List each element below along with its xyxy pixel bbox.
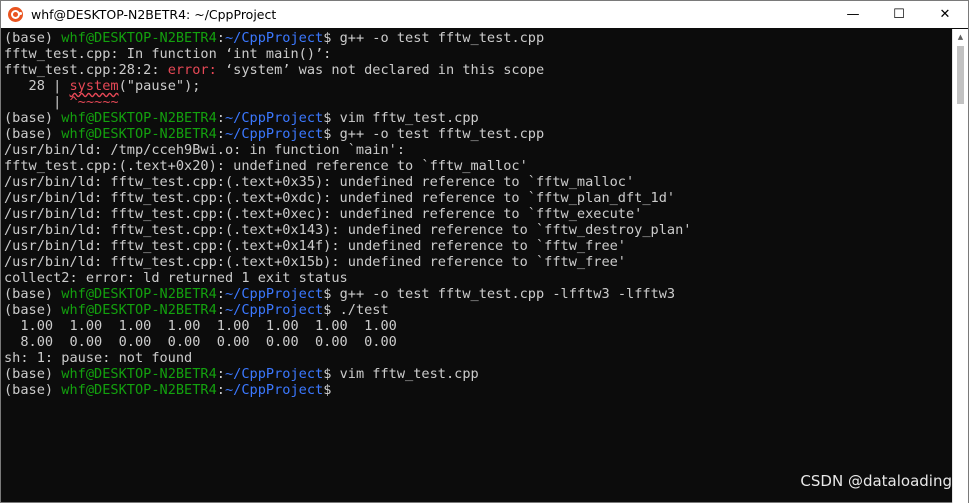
prompt-user-host: whf@DESKTOP-N2BETR4 [61, 126, 217, 142]
scrollbar-thumb[interactable] [957, 46, 964, 104]
prompt-path: ~/CppProject [224, 110, 324, 126]
terminal-text: fftw_test.cpp:(.text+0x20): undefined re… [4, 158, 528, 174]
terminal-line: (base) whf@DESKTOP-N2BETR4:~/CppProject$… [4, 110, 952, 126]
terminal-text: 28 | [4, 78, 70, 94]
terminal-text: : [216, 366, 225, 382]
terminal-text: 1.00 1.00 1.00 1.00 1.00 1.00 1.00 1.00 [4, 318, 397, 334]
prompt-user-host: whf@DESKTOP-N2BETR4 [61, 30, 217, 46]
terminal-text: /usr/bin/ld: fftw_test.cpp:(.text+0x35):… [4, 174, 635, 190]
terminal-text: (base) [4, 382, 62, 398]
terminal-text: sh: 1: pause: not found [4, 350, 193, 366]
terminal-text: /usr/bin/ld: /tmp/cceh9Bwi.o: in functio… [4, 142, 406, 158]
watermark: CSDN @dataloading [800, 472, 952, 490]
prompt-user-host: whf@DESKTOP-N2BETR4 [61, 110, 217, 126]
terminal-text: $ ./test [323, 302, 389, 318]
terminal-text: $ vim fftw_test.cpp [323, 366, 479, 382]
prompt-path: ~/CppProject [224, 302, 324, 318]
terminal-line: /usr/bin/ld: /tmp/cceh9Bwi.o: in functio… [4, 142, 952, 158]
error-text: error: [167, 62, 225, 78]
terminal-line: | ^~~~~~ [4, 94, 952, 110]
maximize-button[interactable]: ☐ [876, 1, 922, 28]
prompt-path: ~/CppProject [224, 286, 324, 302]
terminal-line: (base) whf@DESKTOP-N2BETR4:~/CppProject$… [4, 366, 952, 382]
prompt-user-host: whf@DESKTOP-N2BETR4 [61, 286, 217, 302]
window-title: whf@DESKTOP-N2BETR4: ~/CppProject [31, 7, 277, 22]
terminal-line: fftw_test.cpp:28:2: error: ‘system’ was … [4, 62, 952, 78]
terminal-text: (base) [4, 286, 62, 302]
terminal-line: /usr/bin/ld: fftw_test.cpp:(.text+0x143)… [4, 222, 952, 238]
terminal-text: (base) [4, 366, 62, 382]
window-controls: — ☐ ✕ [830, 1, 968, 28]
terminal-text: $ g++ -o test fftw_test.cpp [323, 30, 545, 46]
close-icon: ✕ [939, 7, 951, 22]
terminal-line: /usr/bin/ld: fftw_test.cpp:(.text+0x14f)… [4, 238, 952, 254]
terminal-line: /usr/bin/ld: fftw_test.cpp:(.text+0xec):… [4, 206, 952, 222]
terminal-text: fftw_test.cpp:28:2: [4, 62, 168, 78]
terminal-line: (base) whf@DESKTOP-N2BETR4:~/CppProject$… [4, 126, 952, 142]
prompt-user-host: whf@DESKTOP-N2BETR4 [61, 302, 217, 318]
terminal-text: $ g++ -o test fftw_test.cpp -lfftw3 -lff… [323, 286, 676, 302]
error-text: system [69, 78, 119, 94]
terminal-text: : [216, 110, 225, 126]
terminal-text: : [216, 286, 225, 302]
terminal-window: whf@DESKTOP-N2BETR4: ~/CppProject — ☐ ✕ … [0, 0, 969, 503]
terminal-line: (base) whf@DESKTOP-N2BETR4:~/CppProject$… [4, 30, 952, 46]
vertical-scrollbar[interactable]: ▲ [952, 29, 968, 503]
minimize-button[interactable]: — [830, 1, 876, 28]
terminal-text: ‘system’ was not declared in this scope [224, 62, 545, 78]
terminal-text: : [216, 302, 225, 318]
terminal-text: collect2: error: ld returned 1 exit stat… [4, 270, 348, 286]
terminal-line: fftw_test.cpp: In function ‘int main()’: [4, 46, 952, 62]
terminal-text: /usr/bin/ld: fftw_test.cpp:(.text+0xdc):… [4, 190, 676, 206]
title-bar[interactable]: whf@DESKTOP-N2BETR4: ~/CppProject — ☐ ✕ [1, 1, 968, 28]
terminal-text: $ g++ -o test fftw_test.cpp [323, 126, 545, 142]
terminal-text: (base) [4, 30, 62, 46]
terminal-line: (base) whf@DESKTOP-N2BETR4:~/CppProject$… [4, 302, 952, 318]
terminal-line: (base) whf@DESKTOP-N2BETR4:~/CppProject$ [4, 382, 952, 398]
terminal-text: | [4, 94, 70, 110]
terminal-line: 1.00 1.00 1.00 1.00 1.00 1.00 1.00 1.00 [4, 318, 952, 334]
terminal-text: /usr/bin/ld: fftw_test.cpp:(.text+0xec):… [4, 206, 643, 222]
terminal-line: 8.00 0.00 0.00 0.00 0.00 0.00 0.00 0.00 [4, 334, 952, 350]
terminal-text: (base) [4, 302, 62, 318]
terminal-line: /usr/bin/ld: fftw_test.cpp:(.text+0x35):… [4, 174, 952, 190]
terminal-text: (base) [4, 126, 62, 142]
terminal-line: 28 | system("pause"); [4, 78, 952, 94]
terminal-text: $ vim fftw_test.cpp [323, 110, 479, 126]
terminal-line: sh: 1: pause: not found [4, 350, 952, 366]
terminal-text: fftw_test.cpp: In function ‘int main()’: [4, 46, 332, 62]
terminal-output[interactable]: (base) whf@DESKTOP-N2BETR4:~/CppProject$… [1, 29, 952, 503]
terminal-line: collect2: error: ld returned 1 exit stat… [4, 270, 952, 286]
scroll-up-arrow-icon[interactable]: ▲ [953, 29, 968, 45]
ubuntu-icon [8, 7, 23, 22]
minimize-icon: — [846, 7, 860, 22]
terminal-text: : [216, 126, 225, 142]
terminal-text: 8.00 0.00 0.00 0.00 0.00 0.00 0.00 0.00 [4, 334, 397, 350]
maximize-icon: ☐ [893, 7, 905, 22]
terminal-text: /usr/bin/ld: fftw_test.cpp:(.text+0x15b)… [4, 254, 626, 270]
terminal-text: (base) [4, 110, 62, 126]
terminal-text: /usr/bin/ld: fftw_test.cpp:(.text+0x14f)… [4, 238, 626, 254]
prompt-path: ~/CppProject [224, 30, 324, 46]
terminal-line: (base) whf@DESKTOP-N2BETR4:~/CppProject$… [4, 286, 952, 302]
terminal-text: ("pause"); [118, 78, 201, 94]
prompt-path: ~/CppProject [224, 366, 324, 382]
prompt-user-host: whf@DESKTOP-N2BETR4 [61, 382, 217, 398]
prompt-user-host: whf@DESKTOP-N2BETR4 [61, 366, 217, 382]
close-button[interactable]: ✕ [922, 1, 968, 28]
prompt-path: ~/CppProject [224, 126, 324, 142]
terminal-text: : [216, 30, 225, 46]
terminal-text: : [216, 382, 225, 398]
terminal-text: $ [323, 382, 332, 398]
terminal-text: /usr/bin/ld: fftw_test.cpp:(.text+0x143)… [4, 222, 692, 238]
error-text: ^~~~~~ [69, 94, 119, 110]
terminal-line: /usr/bin/ld: fftw_test.cpp:(.text+0xdc):… [4, 190, 952, 206]
prompt-path: ~/CppProject [224, 382, 324, 398]
terminal-line: /usr/bin/ld: fftw_test.cpp:(.text+0x15b)… [4, 254, 952, 270]
terminal-line: fftw_test.cpp:(.text+0x20): undefined re… [4, 158, 952, 174]
